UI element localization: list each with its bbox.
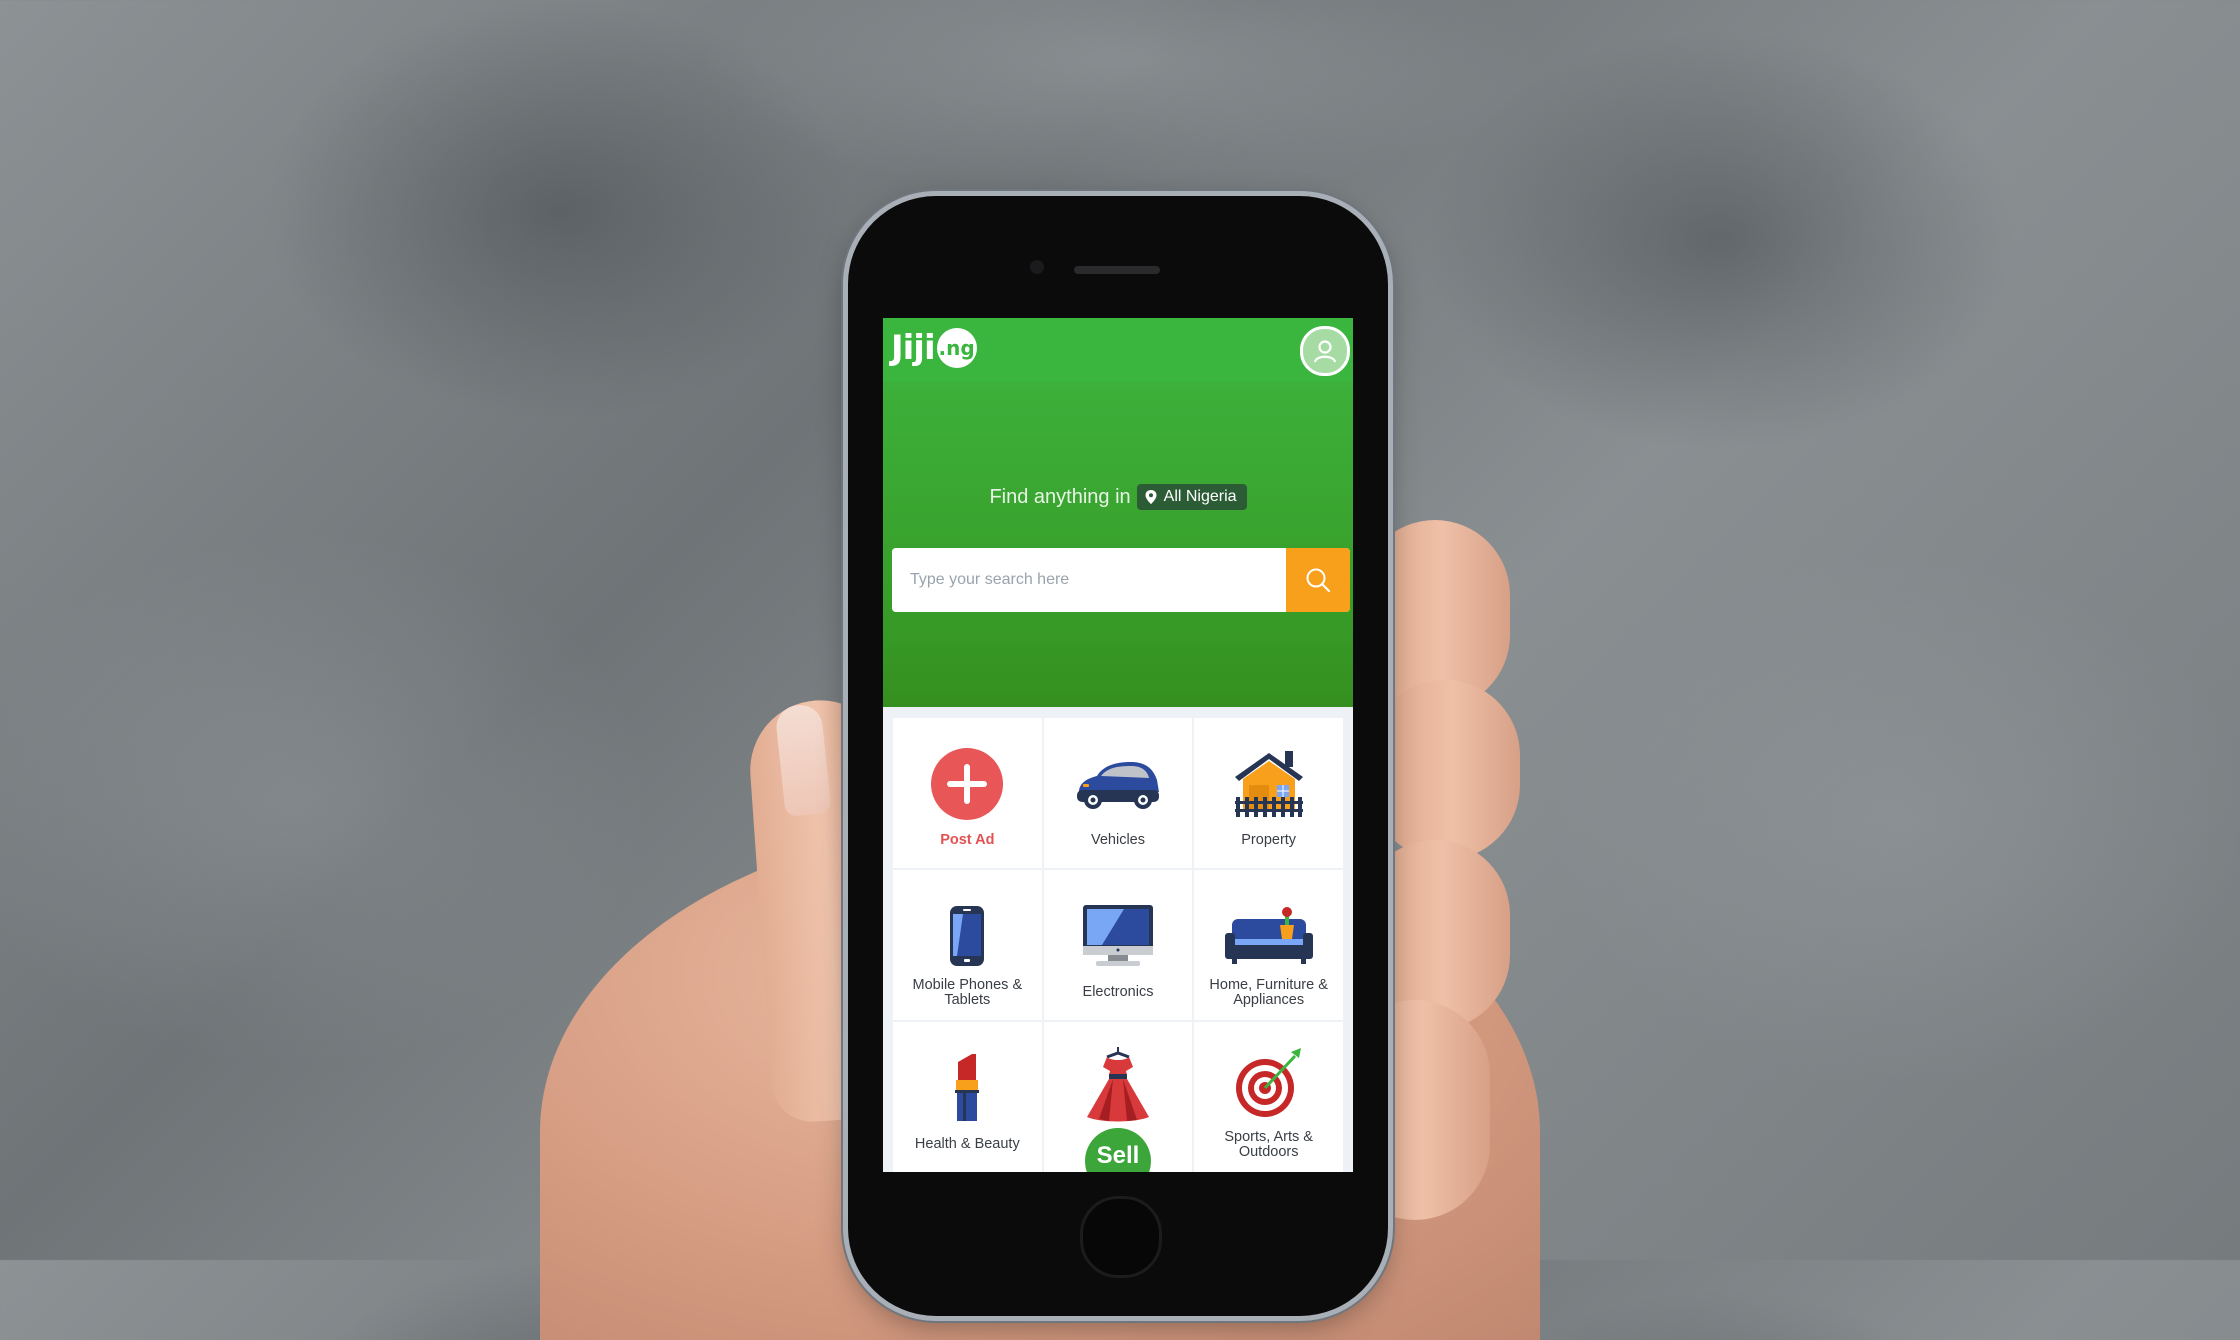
front-camera <box>1030 260 1044 274</box>
search-icon <box>1306 568 1331 593</box>
search-input[interactable] <box>892 548 1286 612</box>
dress-icon <box>1086 1047 1149 1122</box>
category-health-beauty[interactable]: Health & Beauty <box>893 1022 1042 1172</box>
search-button[interactable] <box>1286 548 1350 612</box>
user-icon <box>1313 340 1337 363</box>
category-label: Health & Beauty <box>914 1136 1020 1152</box>
category-electronics[interactable]: Electronics <box>1043 870 1193 1020</box>
category-mobile-phones[interactable]: Mobile Phones & Tablets <box>893 870 1042 1020</box>
category-label: Home, Furniture & Appliances <box>1209 977 1328 1008</box>
hero-banner: Find anything in All Nigeria <box>883 382 1353 707</box>
jiji-logo[interactable]: Jiji .ng <box>891 328 977 368</box>
category-label: Post Ad <box>940 832 995 848</box>
logo-text: Jiji <box>891 328 936 368</box>
lipstick-icon <box>955 1054 980 1121</box>
find-text: Find anything in <box>989 485 1131 508</box>
category-label: Vehicles <box>1090 832 1145 848</box>
phone-screen: Jiji .ng Find anything in All Nigeria Ty… <box>883 318 1353 1172</box>
sofa-icon <box>1224 907 1313 964</box>
sell-label: Sell <box>1096 1142 1140 1169</box>
category-label: Sports, Arts & Outdoors <box>1224 1129 1313 1160</box>
logo-suffix: .ng <box>936 328 977 368</box>
plus-circle-icon <box>931 748 1004 820</box>
phone-device: Jiji .ng Find anything in All Nigeria Ty… <box>848 196 1388 1316</box>
top-bar: Jiji .ng <box>883 318 1353 382</box>
search-bar <box>892 548 1350 612</box>
category-vehicles[interactable]: Vehicles <box>1043 718 1193 868</box>
home-button[interactable] <box>1080 1196 1162 1278</box>
house-icon <box>1234 751 1303 817</box>
location-selector[interactable]: All Nigeria <box>1136 484 1247 510</box>
phone-icon <box>950 906 985 966</box>
category-home-furniture[interactable]: Home, Furniture & Appliances <box>1194 870 1343 1020</box>
category-property[interactable]: Property <box>1194 718 1343 868</box>
map-pin-icon <box>1145 490 1157 504</box>
category-sports[interactable]: Sports, Arts & Outdoors <box>1194 1022 1343 1172</box>
category-grid: Post Ad Vehicles Property Mobile Phones … <box>893 718 1343 1172</box>
monitor-icon <box>1082 905 1153 966</box>
target-icon <box>1235 1048 1301 1117</box>
category-post-ad[interactable]: Post Ad <box>893 718 1042 868</box>
sell-button[interactable]: Sell <box>1084 1128 1151 1172</box>
earpiece <box>1074 266 1160 274</box>
account-button[interactable] <box>1300 326 1350 376</box>
category-label: Electronics <box>1082 984 1154 1000</box>
category-label: Mobile Phones & Tablets <box>912 977 1023 1008</box>
category-fashion[interactable]: Sell <box>1043 1022 1193 1172</box>
location-label: All Nigeria <box>1163 488 1237 505</box>
finger <box>1370 680 1520 860</box>
category-label: Property <box>1241 832 1297 848</box>
car-icon <box>1076 762 1159 809</box>
find-row: Find anything in All Nigeria <box>883 484 1353 510</box>
